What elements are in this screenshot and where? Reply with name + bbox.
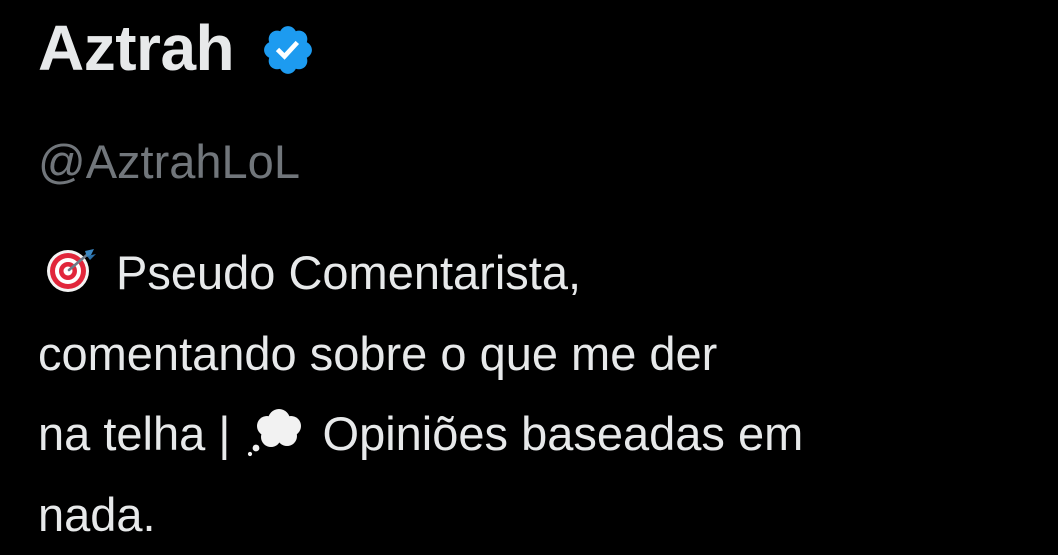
bio-line: Pseudo Comentarista, xyxy=(38,233,1048,314)
bio-text: Opiniões baseadas em xyxy=(323,407,804,460)
user-handle[interactable]: @AztrahLoL xyxy=(38,132,300,192)
bio-text: na telha | xyxy=(38,407,231,460)
profile-bio: Pseudo Comentarista, comentando sobre o … xyxy=(38,233,1048,555)
bio-line: na telha | Opiniões baseadas em xyxy=(38,394,1048,475)
verified-badge-icon[interactable] xyxy=(260,22,316,78)
display-name: Aztrah xyxy=(38,8,234,88)
bio-line: comentando sobre o que me der xyxy=(38,314,1048,395)
bio-text: Pseudo Comentarista, xyxy=(116,246,581,299)
direct-hit-target-icon xyxy=(38,241,102,289)
bio-line: nada. xyxy=(38,475,1048,555)
thought-balloon-icon xyxy=(245,402,309,450)
name-row: Aztrah xyxy=(38,8,316,88)
